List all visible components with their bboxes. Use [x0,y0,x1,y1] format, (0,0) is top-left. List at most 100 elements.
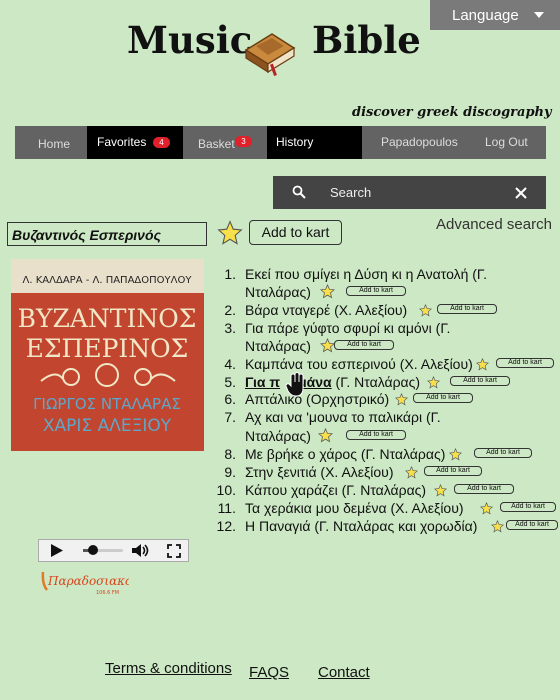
nav-basket[interactable]: Basket 3 [183,126,267,159]
fullscreen-icon[interactable] [167,544,181,563]
track-number: 10. [216,482,236,498]
track-row[interactable]: 5. Για π μάνα (Γ. Νταλάρας) Add to kart [212,373,552,391]
search-input[interactable] [328,184,502,201]
cover-artist-2: ΧΑΡΙΣ ΑΛΕΞΙΟΥ [43,416,172,436]
radio-logo-freq: 106.6 FM [96,590,119,596]
track-title[interactable]: Για π μάνα (Γ. Νταλάρας) [245,373,420,391]
nav-home-label: Home [38,137,71,151]
track-row[interactable]: 6. Απτάλικο (Ορχηστρικό) Add to kart [212,390,552,408]
basket-count-badge: 3 [235,136,252,147]
contact-link[interactable]: Contact [318,664,370,681]
track-title[interactable]: Κάπου χαράζει (Γ. Νταλάρας) [245,481,426,499]
track-title[interactable]: Η Παναγιά (Γ. Νταλάρας και χορωδία) [245,517,477,535]
nav-favorites[interactable]: Favorites 4 [87,126,183,159]
track-title[interactable]: Αχ και να 'μουνα το παλικάρι (Γ. [245,408,441,426]
tagline: discover greek discography [352,105,552,120]
track-add-to-kart-button[interactable]: Add to kart [450,376,510,386]
track-title[interactable]: Εκεί που σμίγει η Δύση κι η Ανατολή (Γ. [245,265,487,283]
nav-user[interactable]: Papadopoulos [362,126,462,159]
track-row[interactable]: 12. Η Παναγιά (Γ. Νταλάρας και χορωδία) Ad… [212,517,558,537]
track-title[interactable]: Τα χεράκια μου δεμένα (Χ. Αλεξίου) [245,499,464,517]
track-number: 4. [224,356,236,372]
track-title-continued[interactable]: Νταλάρας) [245,337,311,355]
track-number: 2. [224,302,236,318]
track-title[interactable]: Καμπάνα του εσπερινού (Χ. Αλεξίου) [245,355,473,373]
track-number: 9. [224,464,236,480]
nav-basket-label: Basket [198,137,235,151]
audio-player [38,539,189,562]
track-number: 7. [224,409,236,425]
nav-favorites-label: Favorites [97,135,147,149]
track-number: 11. [217,500,236,516]
track-row[interactable]: 4. Καμπάνα του εσπερινού (Χ. Αλεξίου) Add … [212,355,554,373]
track-add-to-kart-button[interactable]: Add to kart [474,448,532,458]
play-icon[interactable] [51,544,63,562]
nav-home[interactable]: Home [15,126,87,159]
nav-history-label: History [276,135,314,149]
album-title: Βυζαντινός Εσπερινός [7,222,207,246]
track-row[interactable]: 8. Με βρήκε ο χάρος (Γ. Νταλάρας) Add to k… [212,445,552,463]
track-row[interactable]: 1. Εκεί που σμίγει η Δύση κι η Ανατολή (Γ… [212,265,552,300]
favorites-count-badge: 4 [153,137,170,148]
advanced-search-link[interactable]: Advanced search [436,216,552,233]
radio-logo[interactable]: Παραδοσιακός 106.6 FM [41,568,139,596]
main-nav: Home Favorites 4 Basket 3 History Papado… [15,126,546,159]
track-number: 12. [216,518,236,534]
star-icon[interactable] [217,220,243,251]
cover-title-1: ΒΥΖΑΝΤΙΝΟΣ [18,304,197,333]
track-add-to-kart-button[interactable]: Add to kart [500,502,556,512]
add-to-kart-button[interactable]: Add to kart [249,220,342,245]
track-number: 1. [224,266,236,282]
track-title[interactable]: Βάρα νταγερέ (Χ. Αλεξίου) [245,301,407,319]
track-add-to-kart-button[interactable]: Add to kart [506,520,558,530]
book-icon [242,30,298,83]
nav-user-label: Papadopoulos [381,135,458,149]
star-icon[interactable] [491,519,504,537]
track-add-to-kart-button[interactable]: Add to kart [413,393,473,403]
track-add-to-kart-button[interactable]: Add to kart [424,466,482,476]
seek-handle[interactable] [88,545,98,555]
nav-logout-label: Log Out [485,135,528,149]
track-title-continued[interactable]: Νταλάρας) [245,427,311,445]
track-add-to-kart-button[interactable]: Add to kart [437,304,497,314]
logo-word-bible: Bible [312,18,421,62]
hand-cursor-icon [285,372,307,403]
faqs-link[interactable]: FAQS [249,664,289,681]
track-title[interactable]: Με βρήκε ο χάρος (Γ. Νταλάρας) [245,445,445,463]
language-dropdown[interactable]: Language [430,0,560,30]
track-row[interactable]: 9. Στην ξενιτιά (Χ. Αλεξίου) Add to kart [212,463,552,481]
track-title-continued[interactable]: Νταλάρας) [245,283,311,301]
track-number: 3. [224,320,236,336]
track-row[interactable]: 10. Κάπου χαράζει (Γ. Νταλάρας) Add to kar… [212,481,552,499]
nav-history[interactable]: History [267,126,362,159]
radio-logo-name: Παραδοσιακός [47,574,129,588]
track-add-to-kart-button[interactable]: Add to kart [496,358,554,368]
logo-word-music: Music [127,18,253,62]
track-title-part: Για π [245,374,281,390]
album-cover: Λ. ΚΑΛΔΑΡΑ - Λ. ΠΑΠΑΔΟΠΟΥΛΟΥ ΒΥΖΑΝΤΙΝΟΣ … [11,259,204,451]
track-title[interactable]: Για πάρε γύφτο σφυρί κι αμόνι (Γ. [245,319,450,337]
cover-artist-1: ΓΙΩΡΓΟΣ ΝΤΑΛΑΡΑΣ [33,395,181,413]
chevron-down-icon [534,12,544,18]
language-label: Language [452,7,519,24]
seek-bar[interactable] [83,545,123,555]
track-artist: (Γ. Νταλάρας) [331,374,421,390]
track-row[interactable]: 7. Αχ και να 'μουνα το παλικάρι (Γ. Νταλάρ… [212,408,552,444]
track-number: 5. [224,374,236,390]
track-add-to-kart-button[interactable]: Add to kart [334,340,394,350]
terms-link[interactable]: Terms & conditions [105,660,232,677]
volume-icon[interactable] [132,543,150,563]
track-row[interactable]: 3. Για πάρε γύφτο σφυρί κι αμόνι (Γ. Νταλά… [212,319,552,354]
track-add-to-kart-button[interactable]: Add to kart [454,484,514,494]
track-number: 8. [224,446,236,462]
track-add-to-kart-button[interactable]: Add to kart [346,286,406,296]
track-row[interactable]: 11. Τα χεράκια μου δεμένα (Χ. Αλεξίου) Add… [212,499,556,517]
nav-logout[interactable]: Log Out [462,126,546,159]
track-add-to-kart-button[interactable]: Add to kart [346,430,406,440]
close-icon[interactable] [515,186,527,204]
track-title[interactable]: Στην ξενιτιά (Χ. Αλεξίου) [245,463,394,481]
search-icon[interactable] [292,185,306,204]
track-title[interactable]: Απτάλικο (Ορχηστρικό) [245,390,389,408]
track-row[interactable]: 2. Βάρα νταγερέ (Χ. Αλεξίου) Add to kart [212,301,552,319]
track-number: 6. [224,391,236,407]
